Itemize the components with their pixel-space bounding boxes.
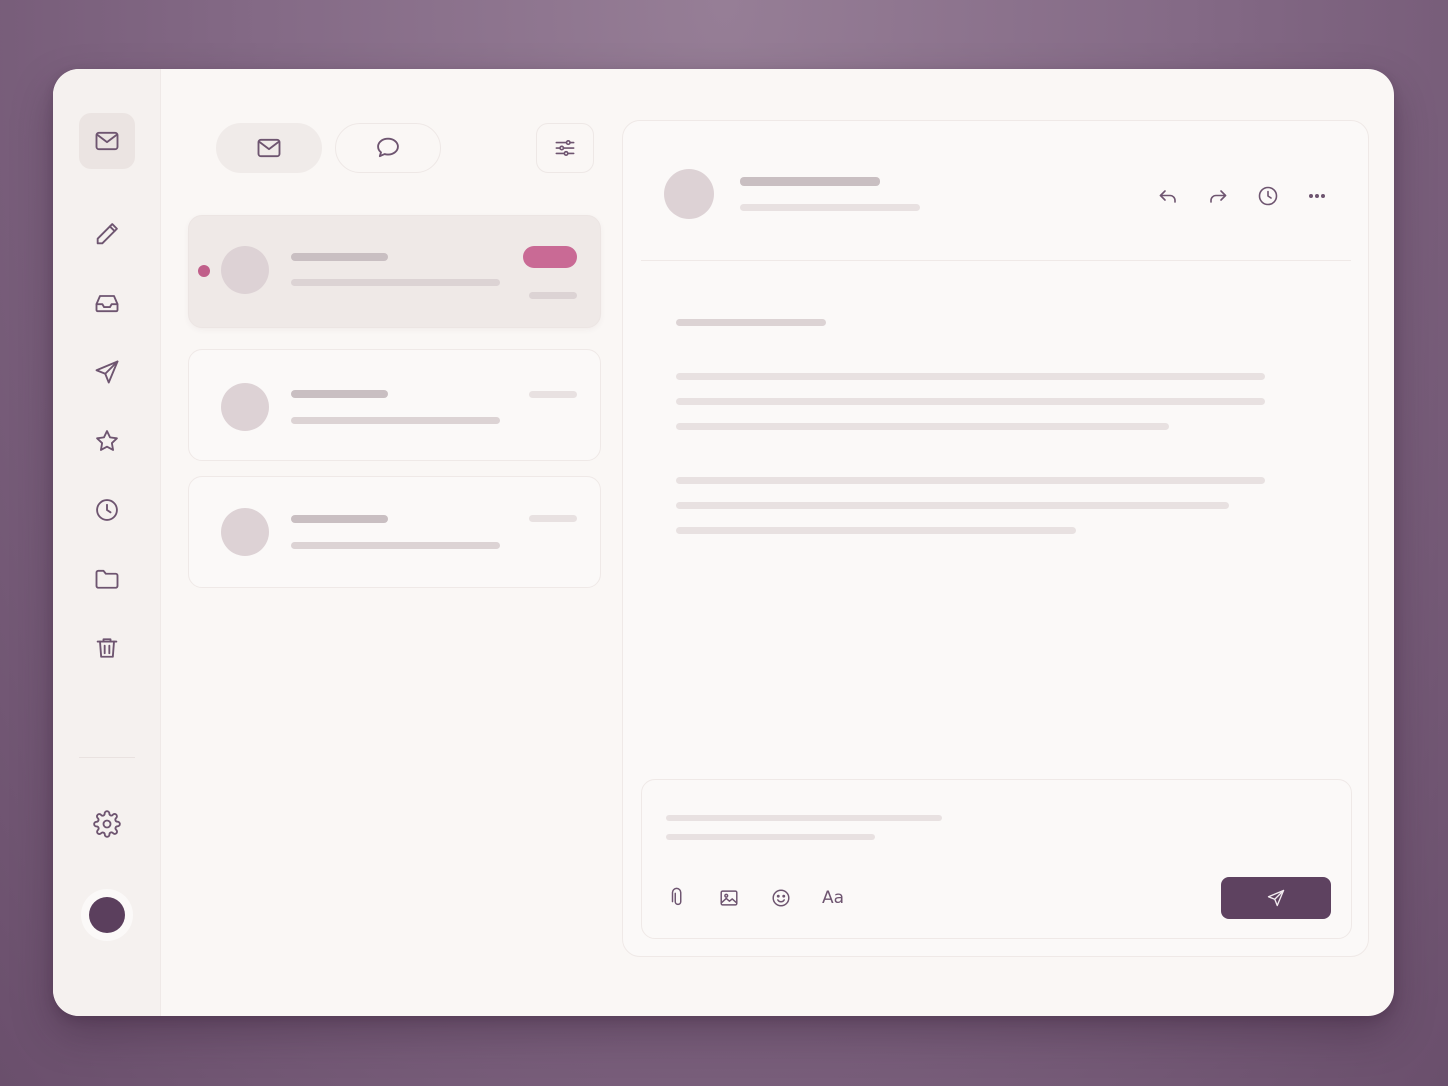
send-icon	[1267, 889, 1285, 907]
segment-chat[interactable]	[335, 123, 441, 173]
sidebar-item-mail[interactable]	[79, 113, 135, 169]
header-divider	[641, 260, 1351, 261]
body-line-placeholder	[676, 398, 1265, 405]
subject-placeholder	[291, 542, 500, 549]
label-tag	[523, 246, 577, 268]
draft-line-placeholder	[666, 815, 942, 821]
folder-icon	[95, 569, 119, 589]
image-icon	[720, 890, 738, 906]
subject-placeholder	[291, 417, 500, 424]
more-button[interactable]	[1302, 181, 1332, 211]
sidebar-item-snoozed[interactable]	[79, 482, 135, 538]
pencil-icon	[96, 223, 118, 245]
inbox-tray-icon	[95, 295, 119, 313]
user-avatar[interactable]	[81, 889, 133, 941]
sender-name-placeholder	[291, 390, 388, 398]
body-line-placeholder	[676, 423, 1169, 430]
paperclip-icon	[671, 887, 682, 906]
sender-avatar	[664, 169, 714, 219]
reply-button[interactable]	[1153, 181, 1183, 211]
sender-name-placeholder	[291, 253, 388, 261]
mail-icon	[95, 131, 119, 151]
format-label: Aa	[821, 888, 845, 908]
app-window: Aa	[53, 69, 1394, 1016]
clock-icon	[1258, 186, 1278, 206]
star-icon	[96, 430, 118, 451]
emoji-button[interactable]	[767, 884, 795, 912]
list-item[interactable]	[188, 349, 601, 461]
sidebar-item-settings[interactable]	[79, 796, 135, 852]
reply-icon	[1159, 190, 1176, 203]
reading-pane: Aa	[622, 120, 1369, 957]
sidebar-item-inbox[interactable]	[79, 275, 135, 331]
filter-button[interactable]	[536, 123, 594, 173]
reply-composer[interactable]: Aa	[641, 779, 1352, 939]
greeting-placeholder	[676, 319, 826, 326]
body-line-placeholder	[676, 477, 1265, 484]
list-item[interactable]	[188, 215, 601, 328]
segment-mail[interactable]	[216, 123, 322, 173]
body-line-placeholder	[676, 502, 1229, 509]
sliders-icon	[555, 140, 575, 156]
sidebar-item-trash[interactable]	[79, 620, 135, 676]
sidebar-item-sent[interactable]	[79, 344, 135, 400]
paper-plane-icon	[95, 360, 119, 384]
chat-bubble-icon	[377, 137, 399, 158]
sender-email-placeholder	[740, 204, 920, 211]
insert-image-button[interactable]	[715, 884, 743, 912]
sender-avatar	[221, 383, 269, 431]
forward-icon	[1210, 190, 1227, 203]
avatar	[89, 897, 125, 933]
more-horizontal-icon	[1309, 194, 1325, 199]
time-placeholder	[529, 391, 577, 398]
time-placeholder	[529, 292, 577, 299]
sidebar-item-starred[interactable]	[79, 413, 135, 469]
time-placeholder	[529, 515, 577, 522]
body-line-placeholder	[676, 373, 1265, 380]
gear-icon	[93, 810, 121, 838]
sidebar-divider	[79, 757, 135, 758]
smiley-icon	[772, 889, 790, 907]
format-button[interactable]: Aa	[819, 884, 847, 912]
mail-icon	[257, 138, 281, 158]
trash-icon	[96, 638, 118, 658]
list-item[interactable]	[188, 476, 601, 588]
sidebar	[53, 69, 161, 1016]
sender-name-placeholder	[740, 177, 880, 186]
sidebar-item-folders[interactable]	[79, 551, 135, 607]
sender-avatar	[221, 508, 269, 556]
sender-avatar	[221, 246, 269, 294]
subject-placeholder	[291, 279, 500, 286]
attach-button[interactable]	[664, 884, 692, 912]
snooze-button[interactable]	[1253, 181, 1283, 211]
unread-indicator	[198, 265, 210, 277]
send-button[interactable]	[1221, 877, 1331, 919]
body-line-placeholder	[676, 527, 1076, 534]
forward-button[interactable]	[1203, 181, 1233, 211]
sender-name-placeholder	[291, 515, 388, 523]
sidebar-item-compose[interactable]	[79, 206, 135, 262]
clock-icon	[96, 499, 118, 521]
draft-line-placeholder	[666, 834, 875, 840]
